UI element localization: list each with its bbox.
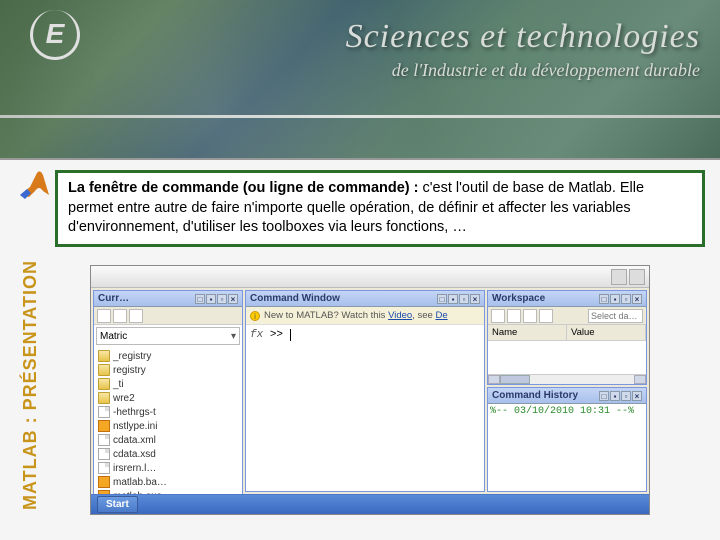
file-name: cdata.xml bbox=[113, 435, 156, 446]
workspace-pane: Workspace □▪▫× Name Value bbox=[487, 290, 647, 385]
workspace-title: Workspace bbox=[492, 293, 545, 304]
file-name: registry bbox=[113, 365, 146, 376]
horizontal-scrollbar[interactable] bbox=[488, 374, 646, 384]
file-name: wre2 bbox=[113, 393, 135, 404]
file-name: _ti bbox=[113, 379, 124, 390]
folder-path-box[interactable]: Matric ▾ bbox=[96, 327, 240, 345]
file-name: nstlype.ini bbox=[113, 421, 157, 432]
text-cursor bbox=[290, 329, 298, 341]
scroll-track[interactable] bbox=[530, 375, 634, 384]
matlab-ide-screenshot: Curr… □▪▫× Matric ▾ _registry registry _ti… bbox=[90, 265, 650, 515]
sidebar-section-label: MATLAB : PRÉSENTATION bbox=[20, 260, 41, 510]
file-icon bbox=[98, 406, 110, 418]
current-folder-title: Curr… bbox=[98, 293, 129, 304]
scroll-thumb[interactable] bbox=[500, 375, 530, 384]
banner-divider bbox=[0, 115, 720, 118]
toolbar-icon[interactable] bbox=[539, 309, 553, 323]
demo-link[interactable]: De bbox=[435, 310, 447, 321]
file-name: -hethrgs-t bbox=[113, 407, 156, 418]
file-row[interactable]: registry bbox=[96, 363, 240, 377]
matlab-main-toolbar bbox=[91, 266, 649, 288]
pane-window-controls[interactable]: □▪▫× bbox=[599, 391, 642, 401]
current-folder-toolbar bbox=[94, 307, 242, 325]
info-box-title: La fenêtre de commande (ou ligne de comm… bbox=[68, 180, 418, 196]
file-name: matlab.ba… bbox=[113, 477, 167, 488]
banner-title-block: Sciences et technologies de l'Industrie … bbox=[346, 18, 700, 81]
banner-title-main: Sciences et technologies bbox=[346, 18, 700, 56]
toolbar-icon[interactable] bbox=[491, 309, 505, 323]
file-row[interactable]: wre2 bbox=[96, 391, 240, 405]
file-row[interactable]: _registry bbox=[96, 349, 240, 363]
file-row[interactable]: nstlype.ini bbox=[96, 419, 240, 433]
file-list: _registry registry _ti wre2 -hethrgs-t nstlyp… bbox=[94, 347, 242, 494]
history-line[interactable]: %-- 03/10/2010 10:31 --% bbox=[490, 406, 644, 417]
file-name: _registry bbox=[113, 351, 151, 362]
toolbar-icon[interactable] bbox=[97, 309, 111, 323]
file-icon bbox=[98, 434, 110, 446]
fx-icon[interactable]: fx bbox=[250, 329, 263, 341]
video-link[interactable]: Video bbox=[388, 310, 412, 321]
toolbar-button[interactable] bbox=[611, 269, 627, 285]
folder-icon bbox=[98, 392, 110, 404]
banner-logo: E bbox=[30, 10, 80, 60]
scroll-left-button[interactable] bbox=[488, 375, 500, 384]
file-icon bbox=[98, 462, 110, 474]
workspace-toolbar bbox=[488, 307, 646, 325]
pane-window-controls[interactable]: □▪▫× bbox=[437, 294, 480, 304]
current-folder-pane: Curr… □▪▫× Matric ▾ _registry registry _ti… bbox=[93, 290, 243, 494]
file-icon bbox=[98, 448, 110, 460]
command-prompt: >> bbox=[270, 329, 283, 341]
file-row[interactable]: -hethrgs-t bbox=[96, 405, 240, 419]
workspace-col-name[interactable]: Name bbox=[488, 325, 567, 340]
history-body: %-- 03/10/2010 10:31 --% bbox=[488, 404, 646, 491]
toolbar-icon[interactable] bbox=[507, 309, 521, 323]
command-history-pane: Command History □▪▫× %-- 03/10/2010 10:3… bbox=[487, 387, 647, 492]
folder-icon bbox=[98, 378, 110, 390]
file-name: cdata.xsd bbox=[113, 449, 156, 460]
command-info-banner: i New to MATLAB? Watch this Video, see D… bbox=[246, 307, 484, 325]
workspace-select-input[interactable] bbox=[588, 309, 643, 323]
folder-nav-label: Matric bbox=[100, 331, 127, 342]
workspace-table-header: Name Value bbox=[488, 325, 646, 341]
file-row[interactable]: _ti bbox=[96, 377, 240, 391]
command-history-title: Command History bbox=[492, 390, 578, 401]
file-row[interactable]: matlab.ba… bbox=[96, 475, 240, 489]
pane-window-controls[interactable]: □▪▫× bbox=[599, 294, 642, 304]
command-input-area[interactable]: fx >> bbox=[246, 325, 484, 345]
info-icon: i bbox=[250, 311, 260, 321]
chevron-down-icon[interactable]: ▾ bbox=[231, 331, 236, 342]
file-row[interactable]: cdata.xml bbox=[96, 433, 240, 447]
file-row[interactable]: irsrern.l… bbox=[96, 461, 240, 475]
pane-window-controls[interactable]: □▪▫× bbox=[195, 294, 238, 304]
toolbar-icon[interactable] bbox=[129, 309, 143, 323]
scroll-right-button[interactable] bbox=[634, 375, 646, 384]
orange-icon bbox=[98, 476, 110, 488]
command-window-title: Command Window bbox=[250, 293, 340, 304]
status-bar: Start bbox=[91, 494, 649, 514]
banner-text-prefix: New to MATLAB? Watch this bbox=[264, 310, 385, 321]
workspace-body bbox=[488, 341, 646, 374]
banner-title-sub: de l'Industrie et du développement durab… bbox=[346, 60, 700, 81]
folder-icon bbox=[98, 364, 110, 376]
toolbar-icon[interactable] bbox=[523, 309, 537, 323]
command-window-pane: Command Window □▪▫× i New to MATLAB? Wat… bbox=[245, 290, 485, 492]
orange-icon bbox=[98, 420, 110, 432]
presentation-banner: E Sciences et technologies de l'Industri… bbox=[0, 0, 720, 160]
matlab-logo-icon bbox=[15, 165, 55, 205]
folder-icon bbox=[98, 350, 110, 362]
workspace-col-value[interactable]: Value bbox=[567, 325, 646, 340]
info-box: La fenêtre de commande (ou ligne de comm… bbox=[55, 170, 705, 247]
toolbar-icon[interactable] bbox=[113, 309, 127, 323]
banner-text-mid: , see bbox=[412, 310, 433, 321]
toolbar-button[interactable] bbox=[629, 269, 645, 285]
file-row[interactable]: cdata.xsd bbox=[96, 447, 240, 461]
start-button[interactable]: Start bbox=[97, 496, 138, 513]
file-name: irsrern.l… bbox=[113, 463, 156, 474]
